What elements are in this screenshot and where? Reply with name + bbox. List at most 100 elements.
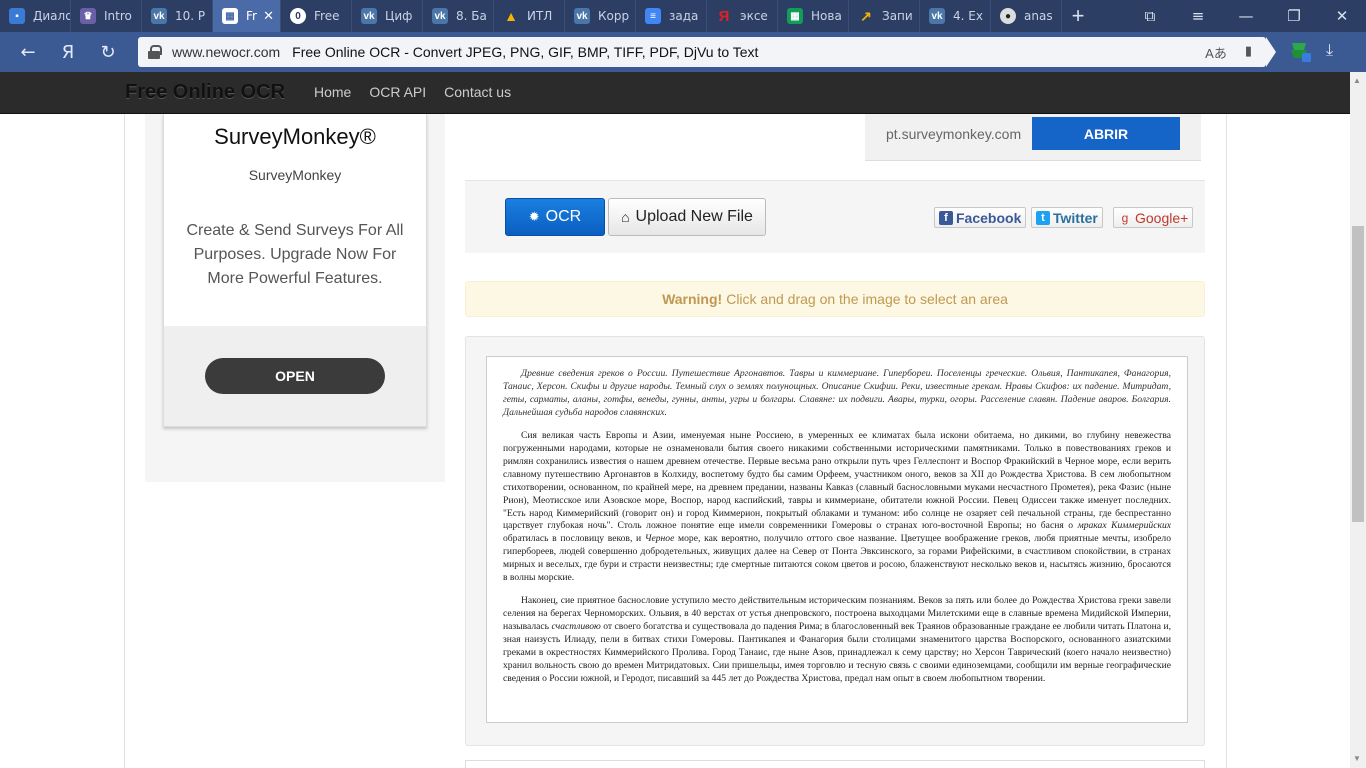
tab-title: 4. Ex [953,9,983,23]
page-viewport: Free Online OCR Home OCR API Contact us … [0,72,1350,768]
minimize-button[interactable]: — [1222,0,1270,32]
google-share-button[interactable]: g Google+ [1113,207,1194,228]
ad-top-strip: pt.surveymonkey.com ABRIR [865,114,1201,161]
opera-icon: 0 [290,8,306,24]
tab-title: Нова [811,9,842,23]
tab-title: 8. Ба [456,9,487,23]
browser-tab-8[interactable]: vk Корр [565,0,636,32]
close-window-button[interactable]: ✕ [1318,0,1366,32]
scrollbar-thumb[interactable] [1352,226,1364,522]
warning-alert: Warning! Click and drag on the image to … [465,281,1205,317]
vk-icon: vk [929,8,945,24]
yandex-icon: Я [718,7,730,25]
tab-title: ИТЛ [527,9,553,23]
tab-title: Intro [104,9,132,23]
tab-title: Запи [882,9,913,23]
document-paragraph-1: Сия великая часть Европы и Азии, именуем… [503,430,1171,585]
browser-tab-4[interactable]: 0 Free [281,0,352,32]
sheets-icon: ▦ [787,8,803,24]
browser-tab-1[interactable]: ♛ Intro [71,0,142,32]
browser-tab-14[interactable]: ● anas [991,0,1062,32]
ocr-button-label: OCR [545,208,582,225]
ad-open-button[interactable]: OPEN [205,358,385,394]
image-well: Древние сведения греков о России. Путеше… [465,336,1205,746]
browser-tab-0[interactable]: ▪ Диалоги [0,0,71,32]
menu-icon[interactable]: ≡ [1174,0,1222,32]
bookmark-icon[interactable]: ▮ [1245,43,1252,62]
nav-contact-link[interactable]: Contact us [444,84,511,100]
reload-button[interactable]: ↻ [94,38,122,66]
scroll-up-icon[interactable]: ▲ [1353,76,1361,85]
browser-tab-6[interactable]: vk 8. Ба [423,0,494,32]
browser-tab-active[interactable]: ▦ Fr ✕ [213,0,281,32]
results-panel-top [465,760,1205,768]
ad-left-card[interactable]: SurveyMonkey® SurveyMonkey Create & Send… [163,114,427,427]
restore-button[interactable]: ❐ [1270,0,1318,32]
ad-footer: OPEN [164,326,426,426]
facebook-label: Facebook [956,209,1022,226]
vk-icon: vk [361,8,377,24]
site-brand[interactable]: Free Online OCR [125,81,285,104]
vk-icon: vk [151,8,167,24]
extension-icon[interactable] [1288,41,1312,63]
browser-tab-2[interactable]: vk 10. Р [142,0,213,32]
docs-icon: ≡ [645,8,661,24]
tab-title: anas [1024,9,1053,23]
warning-strong: Warning! [662,291,723,307]
twitter-share-button[interactable]: t Twitter [1031,207,1103,228]
ad-title: SurveyMonkey® [214,124,376,149]
table-icon: ▦ [222,8,238,24]
document-paragraph-2: Наконец, сие приятное баснословие уступи… [503,595,1171,686]
ad-text: Create & Send Surveys For All Purposes. … [186,222,404,287]
address-domain: www.newocr.com [172,44,281,60]
address-toolbar: ← Я ↻ www.newocr.com Free Online OCR - C… [0,32,1366,72]
ocr-toolbar: ✹ OCR ⌂ Upload New File f Facebook t Twi… [465,180,1205,253]
download-icon[interactable]: ⤓ [1326,40,1333,60]
new-tab-button[interactable]: + [1062,0,1094,32]
ad-top-url[interactable]: pt.surveymonkey.com [886,126,1021,142]
bookmarks-panel-icon[interactable]: ⧉ [1126,0,1174,32]
ad-abrir-button[interactable]: ABRIR [1032,117,1180,150]
github-icon: ● [1000,8,1016,24]
tab-title: 10. Р [175,9,206,23]
tab-title: Fr [246,9,257,23]
address-bar[interactable]: www.newocr.com Free Online OCR - Convert… [138,37,1266,67]
browser-tab-5[interactable]: vk Циф [352,0,423,32]
nav-ocr-api-link[interactable]: OCR API [369,84,426,100]
crown-icon: ♛ [80,8,96,24]
upload-new-file-button[interactable]: ⌂ Upload New File [608,198,766,236]
browser-tab-7[interactable]: ▲ ИТЛ [494,0,565,32]
back-button[interactable]: ← [14,38,42,66]
lock-icon [148,45,162,59]
address-bar-tip [1266,37,1276,67]
site-nav: Home OCR API Contact us [314,84,529,100]
browser-tab-11[interactable]: ▦ Нова [778,0,849,32]
browser-tab-13[interactable]: vk 4. Ex [920,0,991,32]
nav-home-link[interactable]: Home [314,84,351,100]
ocr-source-image[interactable]: Древние сведения греков о России. Путеше… [486,356,1188,723]
ocr-button[interactable]: ✹ OCR [505,198,605,236]
facebook-icon: f [939,210,953,225]
address-page-title: Free Online OCR - Convert JPEG, PNG, GIF… [292,44,759,60]
paragraph-text: от своего богатства и существовала до па… [503,621,1171,684]
twitter-label: Twitter [1053,209,1098,226]
tab-title: Циф [385,9,413,23]
tab-title: Диалоги [33,9,70,23]
tab-title: Корр [598,9,630,23]
browser-tab-10[interactable]: Яэксе [707,0,778,32]
yandex-button[interactable]: Я [54,38,82,66]
browser-tab-9[interactable]: ≡ зада [636,0,707,32]
document-summary: Древние сведения греков о России. Путеше… [503,368,1171,418]
upload-button-label: Upload New File [635,208,753,225]
gear-icon: ✹ [528,209,540,224]
twitter-icon: t [1036,210,1050,225]
chart-icon: ↗ [860,7,872,24]
scroll-down-icon[interactable]: ▼ [1353,754,1361,763]
tab-title: зада [669,9,699,23]
close-tab-icon[interactable]: ✕ [263,8,274,24]
facebook-share-button[interactable]: f Facebook [934,207,1027,228]
translate-icon[interactable]: Aあ [1205,43,1227,62]
drive-icon: ▲ [504,8,518,24]
ad-subtitle: SurveyMonkey [248,167,342,183]
browser-tab-12[interactable]: ↗ Запи [849,0,920,32]
